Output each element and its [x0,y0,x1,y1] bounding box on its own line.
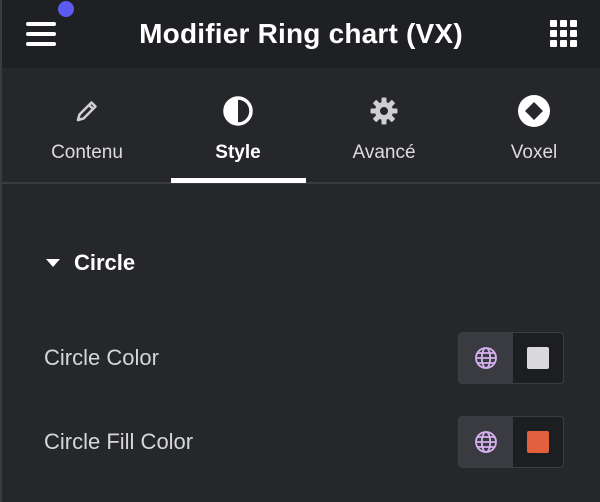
globe-icon[interactable] [459,333,513,383]
color-control-group [458,332,564,384]
panel-title: Modifier Ring chart (VX) [139,18,463,49]
caret-down-icon [46,259,60,267]
diamond-circle-icon [517,94,551,128]
control-circle-fill-color: Circle Fill Color [44,416,564,470]
color-picker-button[interactable] [513,417,563,467]
half-circle-contrast-icon [221,94,255,128]
tab-style[interactable]: Style [170,68,306,184]
pencil-icon [70,94,104,128]
tab-label: Contenu [51,142,123,163]
tab-label: Voxel [510,142,558,163]
tab-label: Avancé [352,142,416,163]
gear-icon [367,94,401,128]
color-control-group [458,416,564,468]
active-tab-indicator [171,178,306,183]
section-header-circle[interactable]: Circle [46,250,135,276]
panel-header: Modifier Ring chart (VX) [2,0,600,68]
editor-panel: Modifier Ring chart (VX) Contenu Style A… [0,0,600,502]
tab-avance[interactable]: Avancé [316,68,452,184]
color-swatch [527,347,549,369]
notification-dot [58,1,74,17]
control-circle-color: Circle Color [44,332,564,386]
color-swatch [527,431,549,453]
panel-tabs: Contenu Style Avancé Voxel [2,68,600,184]
control-label: Circle Color [44,345,159,370]
tab-contenu[interactable]: Contenu [19,68,155,184]
tab-label: Style [215,142,261,163]
hamburger-menu-icon[interactable] [24,19,56,49]
tab-voxel[interactable]: Voxel [466,68,600,184]
section-title: Circle [74,250,136,275]
control-label: Circle Fill Color [44,429,194,454]
grid-apps-icon[interactable] [550,20,578,48]
color-picker-button[interactable] [513,333,563,383]
globe-icon[interactable] [459,417,513,467]
